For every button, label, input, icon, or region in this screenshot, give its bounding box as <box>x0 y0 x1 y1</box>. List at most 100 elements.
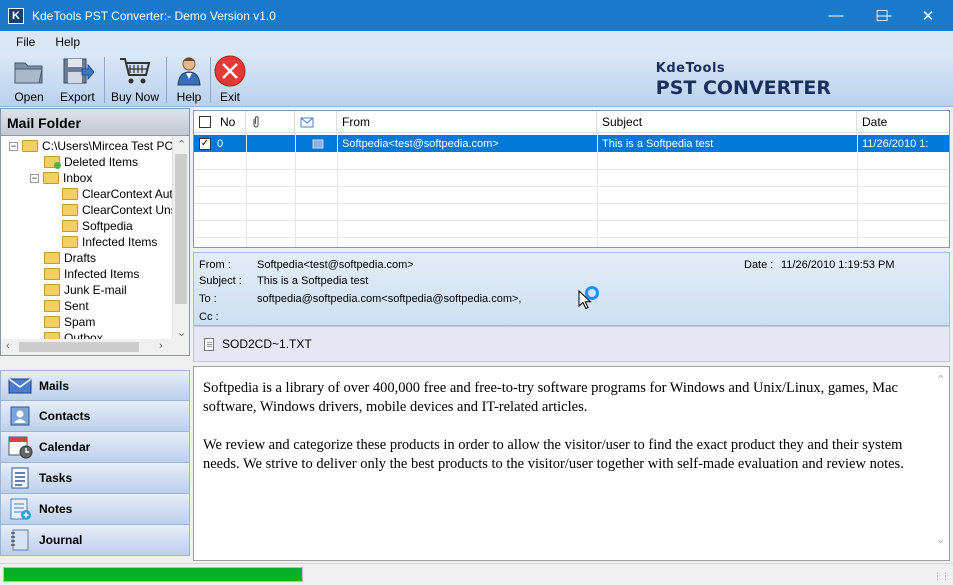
help-person-icon <box>177 57 201 86</box>
menu-bar: File Help <box>0 31 953 53</box>
cc-label: Cc : <box>199 311 219 323</box>
resize-grip-icon[interactable]: ⋮⋮ <box>933 571 950 582</box>
toolbar: Open Export Buy Now Help Exit KdeTools P… <box>0 53 953 107</box>
navigation-pane: Mails Contacts Calendar Tasks Notes Jour… <box>0 370 190 562</box>
tree-item-infected-items[interactable]: Infected Items <box>44 266 139 282</box>
tree-item-deleted-items[interactable]: Deleted Items <box>44 154 138 170</box>
row-date: 11/26/2010 1: <box>862 137 929 150</box>
grid-line <box>194 220 949 221</box>
message-list: No From Subject Date ✓ 0 Softpedia<test@… <box>193 110 950 248</box>
toolbar-separator <box>104 57 105 103</box>
grid-line <box>597 133 598 247</box>
column-header-no[interactable]: No <box>194 111 246 133</box>
scroll-right-icon[interactable]: › <box>159 340 163 352</box>
message-body-pane: Softpedia is a library of over 400,000 f… <box>193 366 950 561</box>
export-button[interactable]: Export <box>60 55 95 105</box>
nav-tasks[interactable]: Tasks <box>0 463 190 494</box>
nav-calendar[interactable]: Calendar <box>0 432 190 463</box>
grid-line <box>194 169 949 170</box>
toolbar-separator <box>166 57 167 103</box>
menu-file[interactable]: File <box>8 35 43 49</box>
scroll-thumb[interactable] <box>175 154 187 304</box>
scroll-down-icon[interactable]: ⌄ <box>936 533 945 546</box>
folder-icon <box>62 236 78 248</box>
tree-item-softpedia[interactable]: Softpedia <box>62 218 133 234</box>
column-header-read[interactable] <box>295 111 337 133</box>
body-paragraph: Softpedia is a library of over 400,000 f… <box>203 380 898 415</box>
from-label: From : <box>199 259 231 271</box>
column-header-from[interactable]: From <box>337 111 597 133</box>
column-header-attachment[interactable] <box>246 111 295 133</box>
drafts-folder-icon <box>44 252 60 264</box>
brand-big-text: PST CONVERTER <box>655 77 831 99</box>
message-header-pane: From : Softpedia<test@softpedia.com> Sub… <box>193 252 950 326</box>
tree-horizontal-scrollbar[interactable]: ‹ › <box>1 339 189 355</box>
collapse-icon[interactable]: − <box>9 141 18 151</box>
scroll-thumb[interactable] <box>19 342 139 352</box>
folder-icon <box>44 284 60 296</box>
scroll-up-icon[interactable]: ⌃ <box>936 373 945 386</box>
folder-icon <box>62 220 78 232</box>
deleted-folder-icon <box>44 156 61 169</box>
menu-help[interactable]: Help <box>47 35 88 49</box>
grid-line <box>337 133 338 247</box>
maximize-button[interactable]: ☐ <box>859 0 905 31</box>
help-button[interactable]: Help <box>172 55 206 105</box>
close-button[interactable]: ✕ <box>905 0 951 31</box>
maximize-icon: ☐ <box>875 7 889 25</box>
scroll-left-icon[interactable]: ‹ <box>6 340 10 352</box>
progress-bar <box>3 567 303 582</box>
column-header-subject[interactable]: Subject <box>597 111 857 133</box>
column-header-date[interactable]: Date <box>857 111 949 133</box>
scroll-down-icon[interactable]: ⌄ <box>177 326 186 339</box>
attachment-link[interactable]: SOD2CD~1.TXT <box>222 337 312 351</box>
open-button[interactable]: Open <box>12 55 46 105</box>
exit-x-icon <box>214 55 246 87</box>
collapse-icon[interactable]: − <box>30 173 39 183</box>
inbox-folder-icon <box>43 172 59 184</box>
tree-item-spam[interactable]: Spam <box>44 314 95 330</box>
mail-folder-header: Mail Folder <box>0 108 190 136</box>
tree-item-clearcontext-autof[interactable]: ClearContext Autof <box>62 186 183 202</box>
buy-now-button[interactable]: Buy Now <box>111 55 159 105</box>
journal-icon <box>7 528 33 552</box>
tree-item-root[interactable]: − C:\Users\Mircea Test PC\ <box>9 138 176 154</box>
status-bar: ⋮⋮ <box>0 563 953 585</box>
exit-button[interactable]: Exit <box>213 55 247 105</box>
to-label: To : <box>199 293 217 305</box>
folder-icon <box>62 188 78 200</box>
tree-item-clearcontext-unsu[interactable]: ClearContext Unsu <box>62 202 183 218</box>
read-status-icon <box>307 135 327 152</box>
from-value: Softpedia<test@softpedia.com> <box>257 259 414 271</box>
date-label: Date : <box>744 259 774 271</box>
tree-item-drafts[interactable]: Drafts <box>44 250 96 266</box>
date-value: 11/26/2010 1:19:53 PM <box>781 259 895 271</box>
title-bar: K KdeTools PST Converter:- Demo Version … <box>0 0 953 31</box>
tasks-icon <box>7 466 33 490</box>
row-from: Softpedia<test@softpedia.com> <box>342 137 499 150</box>
grid-line <box>194 203 949 204</box>
message-row[interactable]: ✓ 0 Softpedia<test@softpedia.com> This i… <box>194 135 949 152</box>
tree-item-sent[interactable]: Sent <box>44 298 89 314</box>
scroll-up-icon[interactable]: ⌃ <box>177 138 186 151</box>
row-checkbox[interactable]: ✓ <box>199 137 211 150</box>
nav-notes[interactable]: Notes <box>0 494 190 525</box>
tree-item-infected-items-inbox[interactable]: Infected Items <box>62 234 157 250</box>
minimize-button-2[interactable]: — <box>813 0 859 31</box>
notes-icon <box>7 497 33 521</box>
tree-item-junk-email[interactable]: Junk E-mail <box>44 282 127 298</box>
nav-contacts[interactable]: Contacts <box>0 401 190 432</box>
select-all-checkbox[interactable] <box>199 116 211 128</box>
attachment-bar: SOD2CD~1.TXT <box>193 326 950 362</box>
body-paragraph: We review and categorize these products … <box>203 437 904 472</box>
nav-journal[interactable]: Journal <box>0 525 190 556</box>
grid-line <box>194 237 949 238</box>
attachment-icon <box>253 116 259 128</box>
body-vertical-scrollbar[interactable]: ⌃ ⌄ <box>932 367 949 560</box>
tree-item-inbox[interactable]: − Inbox <box>30 170 92 186</box>
nav-mails[interactable]: Mails <box>0 370 190 401</box>
text-file-icon <box>204 337 214 351</box>
folder-icon <box>44 316 60 328</box>
tree-vertical-scrollbar[interactable]: ⌃ ⌄ <box>172 136 189 340</box>
left-panel: Mail Folder − C:\Users\Mircea Test PC\ D… <box>0 108 190 563</box>
